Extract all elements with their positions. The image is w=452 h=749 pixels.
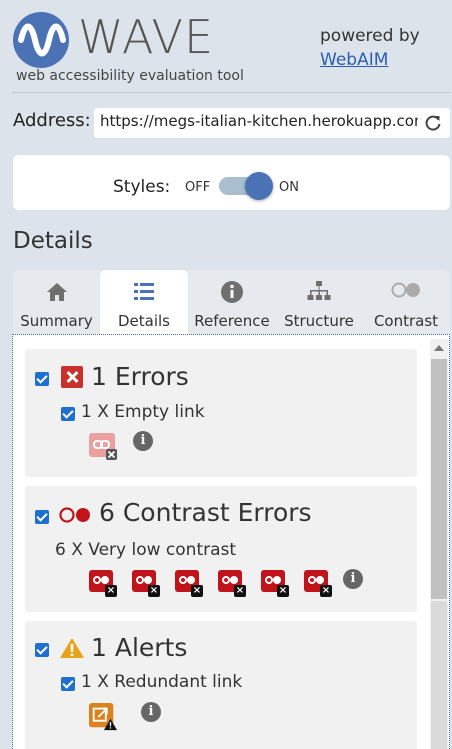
alerts-checkbox[interactable] — [35, 643, 49, 657]
list-icon — [134, 283, 154, 300]
address-label: Address: — [13, 110, 91, 131]
errors-checkbox[interactable] — [35, 372, 49, 386]
styles-off-label: OFF — [185, 180, 211, 195]
header-divider — [12, 92, 450, 93]
styles-label: Styles: — [113, 177, 171, 197]
empty-link-checkbox[interactable] — [61, 407, 75, 421]
scroll-track — [431, 601, 447, 749]
wave-logo-icon — [13, 12, 69, 68]
scroll-thumb[interactable] — [431, 359, 447, 599]
header: WAVE web accessibility evaluation tool p… — [0, 0, 452, 92]
sitemap-icon — [307, 281, 331, 300]
contrast-errors-group: 6 Contrast Errors 6 X Very low contrast … — [25, 486, 417, 612]
details-panel: 1 Errors 1 X Empty link i 6 Contrast Err… — [12, 334, 450, 749]
details-heading: Details — [13, 228, 93, 254]
very-low-contrast-label: 6 X Very low contrast — [55, 540, 237, 560]
contrast-checkbox[interactable] — [35, 510, 49, 524]
very-low-contrast-icon[interactable]: × — [261, 570, 289, 598]
tab-contrast[interactable]: Contrast — [362, 270, 450, 334]
styles-toggle-knob[interactable] — [245, 172, 273, 200]
info-icon[interactable]: i — [133, 431, 153, 451]
powered-by-text: powered by — [320, 26, 420, 46]
tab-summary[interactable]: Summary — [13, 270, 100, 334]
very-low-contrast-icon[interactable]: × — [175, 570, 203, 598]
reload-icon[interactable] — [424, 114, 442, 132]
info-circle-icon — [221, 281, 243, 303]
alert-icon — [60, 638, 84, 658]
contrast-error-icon — [59, 507, 90, 523]
info-icon[interactable]: i — [343, 569, 363, 589]
tab-details-label: Details — [117, 312, 170, 330]
error-icon — [61, 366, 83, 388]
styles-on-label: ON — [279, 180, 299, 195]
redundant-link-label: 1 X Redundant link — [81, 672, 243, 692]
tab-reference[interactable]: Reference — [188, 270, 276, 334]
scroll-up-arrow-icon[interactable] — [434, 345, 444, 351]
alerts-title: 1 Alerts — [91, 633, 188, 662]
redundant-link-alert-icon[interactable] — [89, 703, 117, 731]
very-low-contrast-icon[interactable]: × — [218, 570, 246, 598]
tab-reference-label: Reference — [194, 312, 270, 330]
very-low-contrast-icon[interactable]: × — [89, 570, 117, 598]
tab-contrast-label: Contrast — [373, 312, 439, 330]
tab-bar: Summary Details Reference Structure Cont… — [13, 270, 450, 334]
contrast-icon — [391, 282, 420, 298]
info-icon[interactable]: i — [141, 702, 161, 722]
empty-link-error-icon[interactable] — [89, 433, 117, 461]
app-tagline: web accessibility evaluation tool — [16, 68, 244, 84]
empty-link-label: 1 X Empty link — [81, 402, 205, 422]
app-title: WAVE — [78, 10, 215, 64]
redundant-link-checkbox[interactable] — [61, 677, 75, 691]
errors-group: 1 Errors 1 X Empty link i — [25, 349, 417, 477]
home-icon — [46, 283, 67, 301]
address-field — [94, 108, 450, 138]
webaim-link[interactable]: WebAIM — [320, 50, 388, 70]
styles-toggle-card: Styles: OFF ON — [13, 155, 450, 210]
contrast-errors-title: 6 Contrast Errors — [99, 498, 312, 527]
alerts-group: 1 Alerts 1 X Redundant link i — [25, 621, 417, 749]
address-input[interactable] — [100, 112, 418, 130]
very-low-contrast-icon[interactable]: × — [304, 570, 332, 598]
very-low-contrast-icon[interactable]: × — [132, 570, 160, 598]
errors-title: 1 Errors — [91, 362, 189, 391]
tab-structure[interactable]: Structure — [276, 270, 362, 334]
tab-structure-label: Structure — [284, 312, 354, 330]
tab-summary-label: Summary — [20, 312, 93, 330]
scrollbar[interactable] — [430, 339, 448, 749]
tab-details[interactable]: Details — [100, 270, 188, 334]
